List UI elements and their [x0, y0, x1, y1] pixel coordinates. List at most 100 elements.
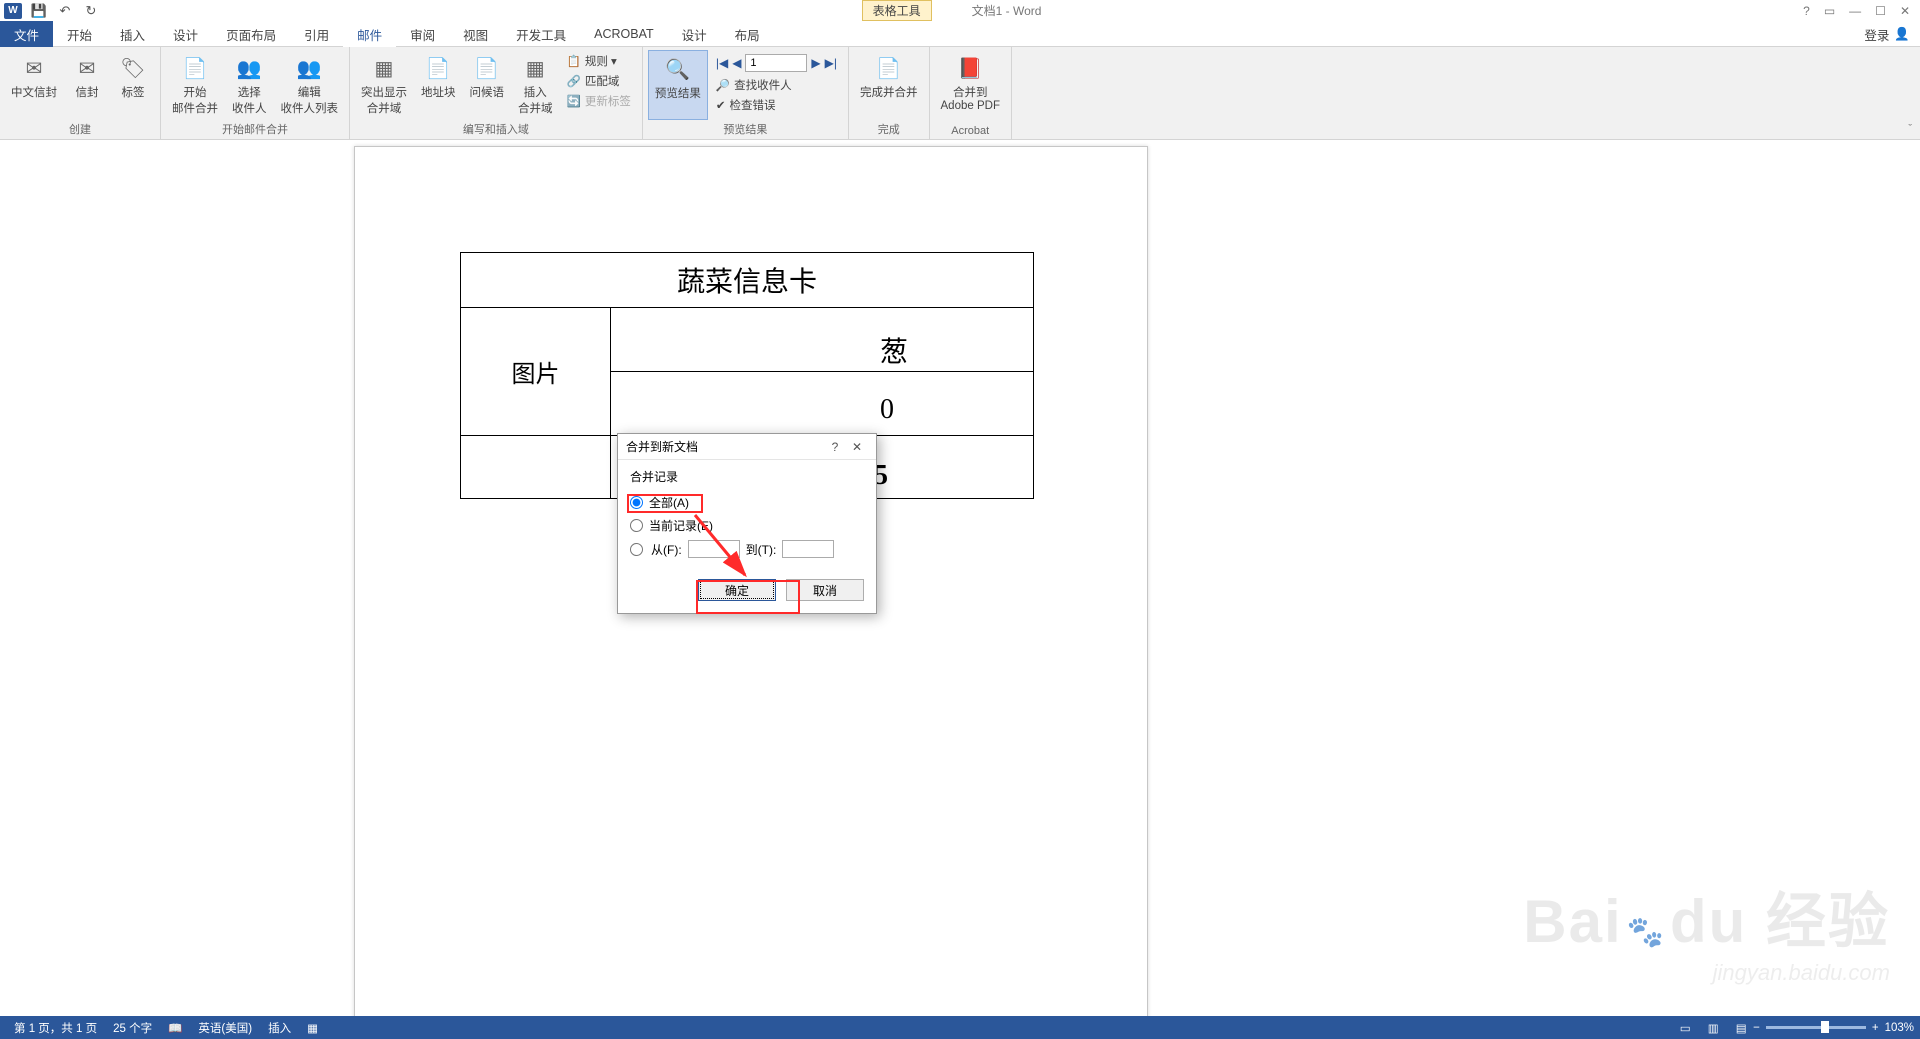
tab-table-design[interactable]: 设计	[668, 21, 721, 48]
tab-file[interactable]: 文件	[0, 21, 53, 48]
first-record-icon[interactable]: |◀	[716, 56, 728, 70]
zoom-in-icon[interactable]: +	[1872, 1022, 1879, 1034]
data-cell-2[interactable]	[611, 372, 1034, 436]
label-icon: 🏷	[117, 52, 149, 84]
next-record-icon[interactable]: ▶	[811, 56, 820, 70]
find-recipient-button[interactable]: 🔎查找收件人	[714, 76, 839, 94]
minimize-icon[interactable]: —	[1849, 4, 1861, 18]
greeting-line-button[interactable]: 📄问候语	[464, 50, 511, 120]
merge-to-pdf-button[interactable]: 📕合并到 Adobe PDF	[935, 50, 1006, 124]
last-record-icon[interactable]: ▶|	[825, 56, 837, 70]
tab-developer[interactable]: 开发工具	[502, 21, 580, 48]
ok-button[interactable]: 确定	[698, 579, 776, 601]
preview-icon: 🔍	[662, 53, 694, 85]
from-input[interactable]	[688, 540, 740, 558]
paw-icon: 🐾	[1627, 915, 1666, 950]
tab-references[interactable]: 引用	[290, 21, 343, 48]
page-indicator[interactable]: 第 1 页，共 1 页	[6, 1020, 105, 1036]
print-layout-icon[interactable]: ▥	[1701, 1019, 1725, 1037]
labels-button[interactable]: 🏷标签	[111, 50, 155, 120]
zoom-slider[interactable]	[1766, 1026, 1866, 1029]
envelope-icon: ✉	[71, 52, 103, 84]
image-label-cell[interactable]: 图片	[461, 308, 611, 436]
group-label-create: 创建	[69, 120, 91, 138]
help-icon[interactable]: ?	[1803, 4, 1810, 18]
edit-recipients-button[interactable]: 👥编辑 收件人列表	[275, 50, 345, 120]
match-fields-button[interactable]: 🔗匹配域	[565, 72, 633, 90]
finish-merge-button[interactable]: 📄完成并合并	[854, 50, 924, 120]
partial-text-2: 0	[880, 394, 894, 426]
document-area[interactable]: 蔬菜信息卡 图片 葱 0 25 合并到新文档 ? ✕ 合并记录 全部(A) 当前…	[0, 140, 1920, 1016]
language-indicator[interactable]: 英语(美国)	[190, 1020, 260, 1036]
collapse-ribbon-icon[interactable]: ˇ	[1908, 123, 1912, 135]
group-label-write-insert: 编写和插入域	[463, 120, 529, 138]
prev-record-icon[interactable]: ◀	[732, 56, 741, 70]
tab-insert[interactable]: 插入	[106, 21, 159, 48]
web-layout-icon[interactable]: ▤	[1729, 1019, 1753, 1037]
dialog-title-text: 合并到新文档	[626, 438, 824, 455]
group-create: ✉中文信封 ✉信封 🏷标签 创建	[0, 47, 161, 139]
address-block-button[interactable]: 📄地址块	[415, 50, 462, 120]
sign-in[interactable]: 登录👤	[1854, 21, 1920, 48]
zoom-out-icon[interactable]: −	[1753, 1022, 1760, 1034]
chinese-envelope-button[interactable]: ✉中文信封	[5, 50, 63, 120]
highlight-merge-button[interactable]: ▦突出显示 合并域	[355, 50, 413, 120]
recipients-icon: 👥	[233, 52, 265, 84]
envelope-button[interactable]: ✉信封	[65, 50, 109, 120]
word-count[interactable]: 25 个字	[105, 1020, 160, 1036]
data-cell-1[interactable]	[611, 308, 1034, 372]
cancel-button[interactable]: 取消	[786, 579, 864, 601]
check-errors-button[interactable]: ✔检查错误	[714, 96, 839, 114]
undo-icon[interactable]: ↶	[56, 2, 74, 20]
dialog-close-icon[interactable]: ✕	[846, 440, 868, 454]
read-mode-icon[interactable]: ▭	[1673, 1019, 1697, 1037]
tab-design[interactable]: 设计	[159, 21, 212, 48]
start-mail-merge-button[interactable]: 📄开始 邮件合并	[166, 50, 224, 120]
table-title-cell[interactable]: 蔬菜信息卡	[461, 253, 1034, 308]
table-tools-context-tab: 表格工具	[862, 0, 932, 21]
radio-range-row[interactable]: 从(F): 到(T):	[630, 537, 864, 561]
tab-table-layout[interactable]: 布局	[721, 21, 774, 48]
close-icon[interactable]: ✕	[1900, 4, 1910, 18]
envelope-cn-icon: ✉	[18, 52, 50, 84]
to-input[interactable]	[782, 540, 834, 558]
insert-mode[interactable]: 插入	[260, 1020, 299, 1036]
group-start-mail-merge: 📄开始 邮件合并 👥选择 收件人 👥编辑 收件人列表 开始邮件合并	[161, 47, 350, 139]
spellcheck-icon[interactable]: 📖	[160, 1021, 190, 1035]
record-number-input[interactable]	[745, 54, 807, 72]
tab-page-layout[interactable]: 页面布局	[212, 21, 290, 48]
record-navigation: |◀ ◀ ▶ ▶|	[714, 52, 839, 74]
dialog-titlebar[interactable]: 合并到新文档 ? ✕	[618, 434, 876, 460]
ribbon-options-icon[interactable]: ▭	[1824, 4, 1835, 18]
redo-icon[interactable]: ↻	[82, 2, 100, 20]
radio-all[interactable]	[630, 496, 643, 509]
zoom-control: − + 103%	[1753, 1022, 1914, 1034]
radio-current-row[interactable]: 当前记录(E)	[630, 514, 864, 537]
baidu-watermark: Bai🐾du 经验 jingyan.baidu.com	[1523, 873, 1890, 986]
dialog-help-icon[interactable]: ?	[824, 440, 846, 454]
tab-mailings[interactable]: 邮件	[343, 21, 396, 48]
insert-merge-field-button[interactable]: ▦插入 合并域	[512, 50, 559, 120]
tab-home[interactable]: 开始	[53, 21, 106, 48]
ribbon: ✉中文信封 ✉信封 🏷标签 创建 📄开始 邮件合并 👥选择 收件人 👥编辑 收件…	[0, 47, 1920, 140]
tab-review[interactable]: 审阅	[396, 21, 449, 48]
window-controls: ? ▭ — ☐ ✕	[1803, 4, 1920, 18]
quick-access-toolbar: W 💾 ↶ ↻	[0, 2, 100, 20]
maximize-icon[interactable]: ☐	[1875, 4, 1886, 18]
preview-results-button[interactable]: 🔍预览结果	[648, 50, 708, 120]
radio-current[interactable]	[630, 519, 643, 532]
tab-view[interactable]: 视图	[449, 21, 502, 48]
radio-all-row[interactable]: 全部(A)	[630, 491, 864, 514]
partial-text-1: 葱	[880, 330, 908, 370]
macro-icon[interactable]: ▦	[299, 1021, 326, 1035]
radio-from[interactable]	[630, 543, 643, 556]
user-icon: 👤	[1894, 27, 1910, 42]
rules-button[interactable]: 📋规则 ▾	[565, 52, 633, 70]
tab-acrobat[interactable]: ACROBAT	[580, 23, 668, 45]
select-recipients-button[interactable]: 👥选择 收件人	[226, 50, 273, 120]
insert-field-icon: ▦	[519, 52, 551, 84]
view-mode-buttons: ▭ ▥ ▤	[1673, 1019, 1753, 1037]
save-icon[interactable]: 💾	[30, 2, 48, 20]
data-cell-3[interactable]	[461, 436, 611, 499]
zoom-level[interactable]: 103%	[1885, 1022, 1914, 1034]
